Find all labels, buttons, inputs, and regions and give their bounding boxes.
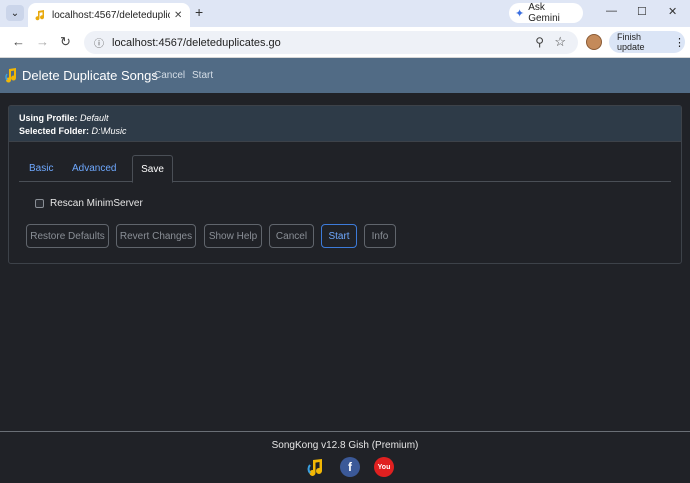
rescan-minimserver-row[interactable]: Rescan MinimServer bbox=[35, 198, 143, 209]
tab-save[interactable]: Save bbox=[132, 155, 173, 183]
folder-line: Selected Folder: D:\Music bbox=[19, 125, 671, 138]
songkong-logo-icon[interactable] bbox=[306, 457, 326, 477]
ask-gemini-label: Ask Gemini bbox=[528, 2, 560, 24]
header-cancel-link[interactable]: Cancel bbox=[154, 70, 185, 81]
address-bar[interactable]: ⓘ localhost:4567/deleteduplicates.go ⚲ ☆ bbox=[84, 31, 578, 54]
cancel-button[interactable]: Cancel bbox=[269, 224, 314, 248]
bookmark-star-icon[interactable]: ☆ bbox=[554, 34, 566, 50]
profile-value: Default bbox=[80, 113, 109, 123]
new-tab-button[interactable]: + bbox=[195, 4, 203, 20]
reload-icon[interactable]: ↻ bbox=[60, 34, 71, 50]
window-maximize-button[interactable]: ☐ bbox=[637, 5, 647, 18]
settings-tabs: Basic Advanced Save bbox=[19, 155, 671, 183]
finish-update-button[interactable]: Finish update ⋮ bbox=[609, 31, 685, 53]
songkong-logo-icon bbox=[5, 68, 17, 83]
profile-avatar[interactable] bbox=[586, 34, 602, 50]
address-url: localhost:4567/deleteduplicates.go bbox=[112, 36, 281, 49]
tab-title: localhost:4567/deleteduplicates bbox=[52, 9, 170, 21]
app-header: Delete Duplicate Songs Cancel Start bbox=[0, 58, 690, 93]
window-minimize-button[interactable]: — bbox=[606, 5, 617, 17]
songkong-favicon-icon bbox=[35, 10, 45, 21]
facebook-icon[interactable]: f bbox=[340, 457, 360, 477]
folder-label: Selected Folder: bbox=[19, 126, 90, 136]
profile-label: Using Profile: bbox=[19, 113, 78, 123]
page-title: Delete Duplicate Songs bbox=[22, 68, 158, 83]
folder-value: D:\Music bbox=[91, 126, 127, 136]
browser-tab[interactable]: localhost:4567/deleteduplicates ✕ bbox=[28, 3, 190, 27]
footer-divider bbox=[0, 431, 690, 432]
zoom-icon[interactable]: ⚲ bbox=[535, 35, 544, 49]
youtube-icon[interactable]: You bbox=[374, 457, 394, 477]
profile-line: Using Profile: Default bbox=[19, 112, 671, 125]
finish-update-label: Finish update bbox=[617, 32, 645, 52]
info-button[interactable]: Info bbox=[364, 224, 396, 248]
more-menu-icon: ⋮ bbox=[674, 36, 685, 49]
footer-links: f You bbox=[306, 457, 394, 477]
tab-basic[interactable]: Basic bbox=[29, 163, 53, 174]
tab-search-chevron-icon[interactable]: ⌄ bbox=[6, 5, 24, 21]
tab-advanced[interactable]: Advanced bbox=[72, 163, 116, 174]
start-button[interactable]: Start bbox=[321, 224, 357, 248]
restore-defaults-button[interactable]: Restore Defaults bbox=[26, 224, 109, 248]
revert-changes-button[interactable]: Revert Changes bbox=[116, 224, 196, 248]
browser-tabstrip: ⌄ localhost:4567/deleteduplicates ✕ + ✦ … bbox=[0, 0, 690, 27]
rescan-minimserver-label: Rescan MinimServer bbox=[50, 198, 143, 209]
header-start-link[interactable]: Start bbox=[192, 70, 213, 81]
window-close-button[interactable]: ✕ bbox=[668, 5, 677, 18]
show-help-button[interactable]: Show Help bbox=[204, 224, 262, 248]
gemini-sparkle-icon: ✦ bbox=[515, 7, 525, 20]
settings-panel: Using Profile: Default Selected Folder: … bbox=[8, 105, 682, 264]
rescan-minimserver-checkbox[interactable] bbox=[35, 199, 44, 208]
site-info-icon[interactable]: ⓘ bbox=[94, 35, 104, 50]
back-icon[interactable]: ← bbox=[12, 34, 25, 49]
forward-icon[interactable]: → bbox=[36, 34, 49, 49]
panel-header: Using Profile: Default Selected Folder: … bbox=[9, 106, 681, 142]
footer-version: SongKong v12.8 Gish (Premium) bbox=[271, 440, 419, 451]
ask-gemini-button[interactable]: ✦ Ask Gemini bbox=[509, 2, 583, 24]
tab-close-icon[interactable]: ✕ bbox=[174, 10, 182, 21]
